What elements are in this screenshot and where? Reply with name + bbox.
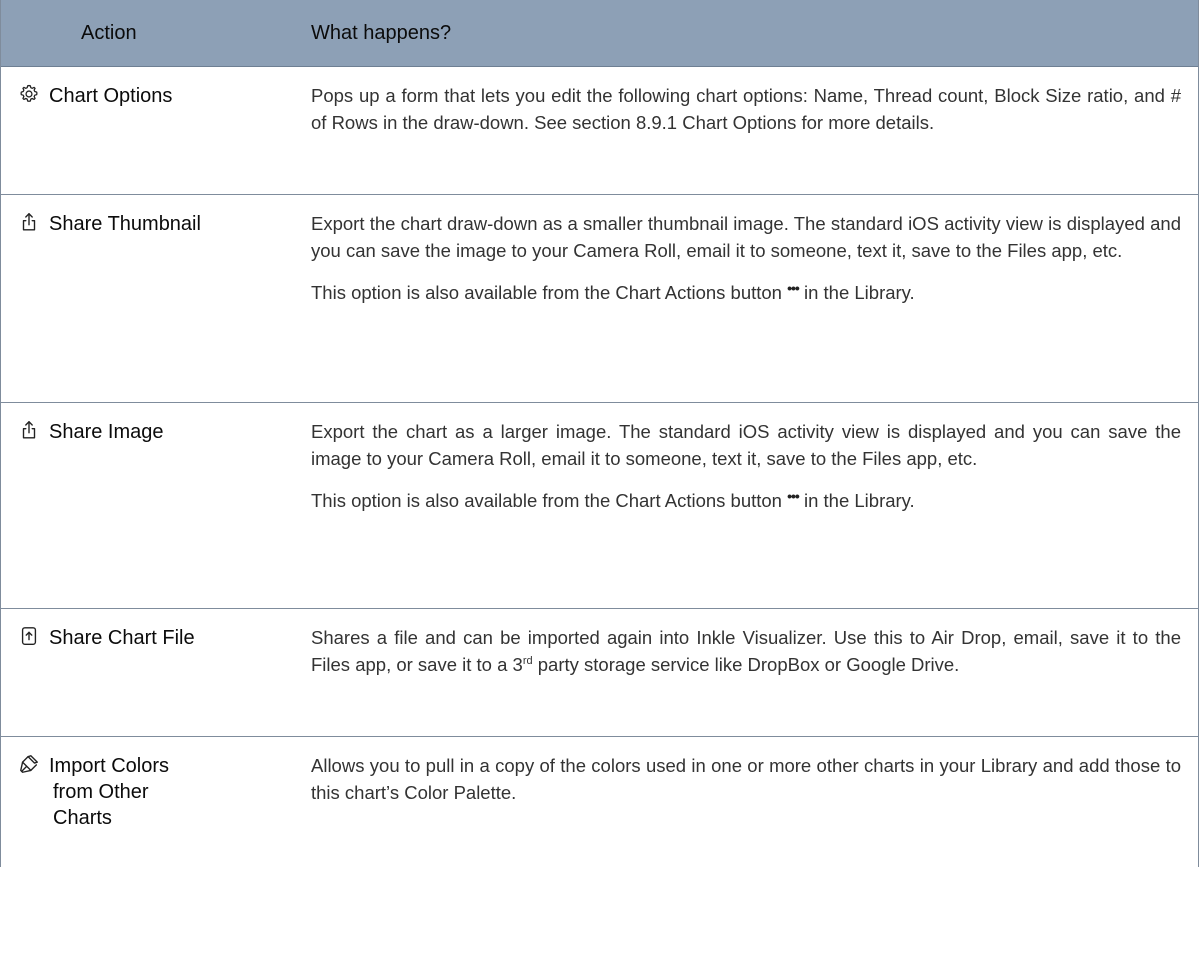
gear-icon	[1, 67, 47, 194]
description-text: Export the chart draw-down as a smaller …	[311, 213, 1181, 261]
description: Pops up a form that lets you edit the fo…	[311, 67, 1181, 194]
note-text: in the Library.	[803, 490, 915, 511]
actions-table: Action What happens? Chart Options Pops …	[0, 0, 1199, 867]
description-text: Pops up a form that lets you edit the fo…	[311, 85, 1181, 133]
superscript: rd	[522, 654, 533, 667]
share-icon	[1, 195, 47, 402]
action-line: Import Colors	[49, 755, 170, 777]
table-row: Share Thumbnail Export the chart draw-do…	[1, 195, 1198, 403]
description: Export the chart draw-down as a smaller …	[311, 195, 1181, 402]
action-import-colors: Import Colors from Other Charts	[47, 737, 311, 867]
file-upload-icon	[1, 609, 47, 736]
description: Allows you to pull in a copy of the colo…	[311, 737, 1181, 867]
table-row: Share Image Export the chart as a larger…	[1, 403, 1198, 609]
paint-dropper-icon	[1, 737, 47, 867]
share-icon	[1, 403, 47, 608]
header-action: Action	[81, 21, 137, 44]
note-text: in the Library.	[803, 282, 915, 303]
description-text: Export the chart as a larger image. The …	[311, 421, 1181, 469]
action-share-chart-file: Share Chart File	[49, 627, 195, 649]
table-row: Share Chart File Shares a file and can b…	[1, 609, 1198, 737]
description-text: Shares a file and can be imported again …	[311, 624, 1181, 678]
action-line: Charts	[53, 807, 112, 829]
more-dots-icon: •••	[787, 488, 800, 504]
note-text: This option is also available from the C…	[311, 282, 782, 303]
text-part: party storage service like DropBox or Go…	[532, 654, 960, 675]
availability-note: This option is also available from the C…	[311, 487, 1181, 516]
header-what-happens: What happens?	[311, 21, 452, 44]
action-share-thumbnail: Share Thumbnail	[49, 213, 201, 235]
note-text: This option is also available from the C…	[311, 490, 782, 511]
action-share-image: Share Image	[49, 421, 164, 443]
table-row: Import Colors from Other Charts Allows y…	[1, 737, 1198, 867]
table-header: Action What happens?	[1, 0, 1198, 67]
action-chart-options: Chart Options	[49, 85, 173, 107]
availability-note: This option is also available from the C…	[311, 279, 1181, 308]
description: Shares a file and can be imported again …	[311, 609, 1181, 736]
action-line: from Other	[53, 781, 149, 803]
description: Export the chart as a larger image. The …	[311, 403, 1181, 608]
description-text: Allows you to pull in a copy of the colo…	[311, 755, 1181, 803]
more-dots-icon: •••	[787, 280, 800, 296]
table-row: Chart Options Pops up a form that lets y…	[1, 67, 1198, 195]
